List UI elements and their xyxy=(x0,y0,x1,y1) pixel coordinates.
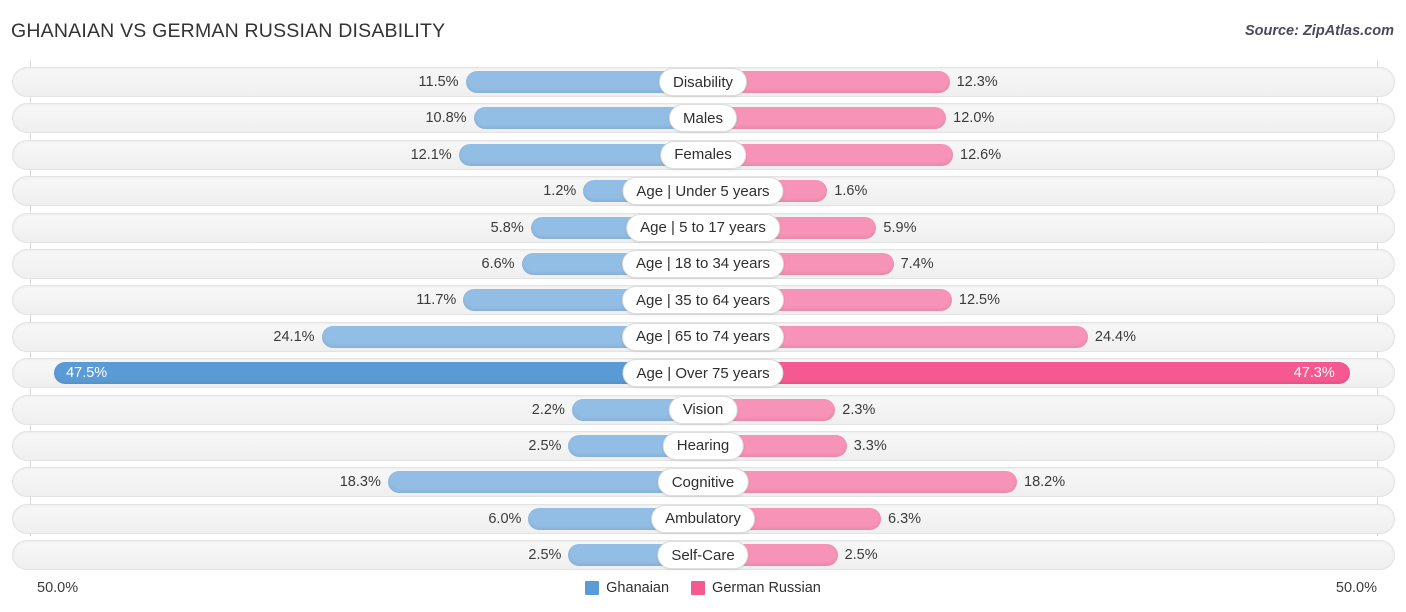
value-label-german-russian: 6.3% xyxy=(888,510,922,527)
bar-german-russian[interactable] xyxy=(703,471,1018,494)
legend-item[interactable]: German Russian xyxy=(691,580,821,596)
value-label-ghanaian: 2.5% xyxy=(528,437,562,454)
chart-row: 6.0% 6.3% Ambulatory xyxy=(0,501,1406,537)
chart-row: 10.8% 12.0% Males xyxy=(0,100,1406,136)
row-category-label[interactable]: Self-Care xyxy=(657,541,749,570)
row-category-label[interactable]: Hearing xyxy=(662,431,744,460)
value-label-ghanaian: 5.8% xyxy=(490,219,524,236)
value-label-ghanaian: 24.1% xyxy=(273,328,315,345)
row-category-text: Ambulatory xyxy=(665,510,741,528)
row-category-label[interactable]: Age | 65 to 74 years xyxy=(622,322,784,351)
chart-row: 12.1% 12.6% Females xyxy=(0,137,1406,173)
chart-row: 18.3% 18.2% Cognitive xyxy=(0,464,1406,500)
chart-row: 5.8% 5.9% Age | 5 to 17 years xyxy=(0,210,1406,246)
chart-row: 2.5% 2.5% Self-Care xyxy=(0,537,1406,573)
row-category-text: Age | Over 75 years xyxy=(636,364,770,382)
row-category-label[interactable]: Age | Under 5 years xyxy=(622,177,784,206)
row-category-text: Females xyxy=(674,146,732,164)
value-label-german-russian: 12.6% xyxy=(960,146,1002,163)
value-label-german-russian: 24.4% xyxy=(1094,328,1137,345)
value-label-german-russian: 7.4% xyxy=(900,255,934,272)
value-label-german-russian: 2.3% xyxy=(842,401,876,418)
chart-row: 24.1% 24.4% Age | 65 to 74 years xyxy=(0,319,1406,355)
value-label-ghanaian: 1.2% xyxy=(543,183,577,200)
row-category-label[interactable]: Age | Over 75 years xyxy=(622,359,784,388)
legend-item[interactable]: Ghanaian xyxy=(585,580,669,596)
value-label-german-russian: 18.2% xyxy=(1024,474,1066,491)
row-category-label[interactable]: Males xyxy=(668,104,738,133)
bar-ghanaian[interactable] xyxy=(54,362,703,385)
row-category-text: Vision xyxy=(682,401,724,419)
source-attribution: Source: ZipAtlas.com xyxy=(1244,23,1394,39)
legend-swatch-icon xyxy=(585,581,600,595)
row-category-label[interactable]: Age | 35 to 64 years xyxy=(622,286,784,315)
bar-german-russian[interactable] xyxy=(703,107,947,130)
row-category-label[interactable]: Disability xyxy=(658,68,748,96)
row-category-text: Hearing xyxy=(676,437,730,455)
chart-header: GHANAIAN VS GERMAN RUSSIAN DISABILITY So… xyxy=(0,0,1406,60)
chart-row: 11.7% 12.5% Age | 35 to 64 years xyxy=(0,282,1406,318)
row-category-text: Age | 5 to 17 years xyxy=(640,219,766,237)
row-category-label[interactable]: Females xyxy=(660,140,746,169)
bar-ghanaian[interactable] xyxy=(387,471,703,494)
chart-row: 6.6% 7.4% Age | 18 to 34 years xyxy=(0,246,1406,282)
row-category-text: Age | 35 to 64 years xyxy=(636,291,770,309)
value-label-german-russian: 2.5% xyxy=(844,547,878,564)
chart-page: GHANAIAN VS GERMAN RUSSIAN DISABILITY So… xyxy=(0,0,1406,612)
value-label-german-russian: 12.3% xyxy=(956,74,998,90)
value-label-german-russian: 3.3% xyxy=(853,437,887,454)
legend-swatch-icon xyxy=(691,581,706,595)
chart-plot-area: 11.5% 12.3% Disability 10.8% 12.0% Males 12.1%… xyxy=(0,60,1406,572)
row-category-text: Cognitive xyxy=(671,473,735,491)
chart-rows: 11.5% 12.3% Disability 10.8% 12.0% Males 12.1%… xyxy=(0,64,1406,573)
row-category-label[interactable]: Ambulatory xyxy=(651,504,755,533)
value-label-ghanaian: 10.8% xyxy=(425,110,467,127)
legend-label: Ghanaian xyxy=(606,580,670,596)
row-category-text: Self-Care xyxy=(671,546,735,564)
chart-row: 2.5% 3.3% Hearing xyxy=(0,428,1406,464)
value-label-ghanaian: 6.6% xyxy=(481,255,515,272)
value-label-german-russian: 12.5% xyxy=(958,292,1000,309)
chart-footer: 50.0% 50.0% Ghanaian German Russian xyxy=(0,572,1406,612)
value-label-ghanaian: 2.2% xyxy=(531,401,565,418)
row-category-text: Disability xyxy=(672,73,734,91)
value-label-ghanaian: 47.5% xyxy=(66,365,108,382)
row-category-label[interactable]: Cognitive xyxy=(657,468,749,497)
row-category-text: Age | 65 to 74 years xyxy=(636,328,770,346)
page-title: GHANAIAN VS GERMAN RUSSIAN DISABILITY xyxy=(11,20,446,42)
row-category-label[interactable]: Age | 18 to 34 years xyxy=(622,249,784,278)
chart-row: 47.5% 47.3% Age | Over 75 years xyxy=(0,355,1406,391)
row-category-text: Males xyxy=(682,109,724,127)
row-category-label[interactable]: Vision xyxy=(668,395,738,424)
value-label-german-russian: 5.9% xyxy=(883,219,917,236)
value-label-german-russian: 1.6% xyxy=(834,183,868,200)
chart-row: 11.5% 12.3% Disability xyxy=(0,64,1406,100)
row-category-text: Age | 18 to 34 years xyxy=(636,255,770,273)
chart-row: 2.2% 2.3% Vision xyxy=(0,392,1406,428)
bar-german-russian[interactable] xyxy=(703,362,1350,385)
value-label-german-russian: 12.0% xyxy=(953,110,995,127)
value-label-german-russian: 47.3% xyxy=(1293,365,1335,382)
row-category-text: Age | Under 5 years xyxy=(636,182,770,200)
value-label-ghanaian: 2.5% xyxy=(528,547,562,564)
chart-legend: Ghanaian German Russian xyxy=(0,580,1406,596)
value-label-ghanaian: 6.0% xyxy=(488,510,522,527)
row-category-label[interactable]: Age | 5 to 17 years xyxy=(626,213,780,242)
chart-row: 1.2% 1.6% Age | Under 5 years xyxy=(0,173,1406,209)
legend-label: German Russian xyxy=(712,580,821,596)
value-label-ghanaian: 12.1% xyxy=(410,146,452,163)
value-label-ghanaian: 11.5% xyxy=(418,74,459,90)
value-label-ghanaian: 18.3% xyxy=(339,474,381,491)
value-label-ghanaian: 11.7% xyxy=(416,292,457,309)
